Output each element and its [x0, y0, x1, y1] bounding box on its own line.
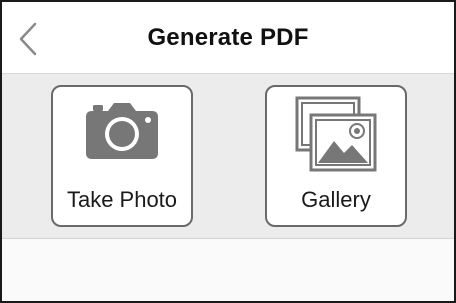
gallery-label: Gallery: [301, 187, 371, 212]
camera-icon: [86, 103, 158, 159]
gallery-icon: [295, 96, 377, 172]
header-bar: Generate PDF: [2, 2, 454, 74]
page-title: Generate PDF: [147, 24, 309, 51]
options-panel: Take Photo Gallery: [2, 74, 454, 239]
gallery-button[interactable]: Gallery: [265, 85, 407, 227]
take-photo-label: Take Photo: [66, 187, 178, 212]
app-frame: Generate PDF Take Photo Gallery: [0, 0, 456, 303]
footer-area: [2, 239, 454, 301]
take-photo-button[interactable]: Take Photo: [51, 85, 193, 227]
